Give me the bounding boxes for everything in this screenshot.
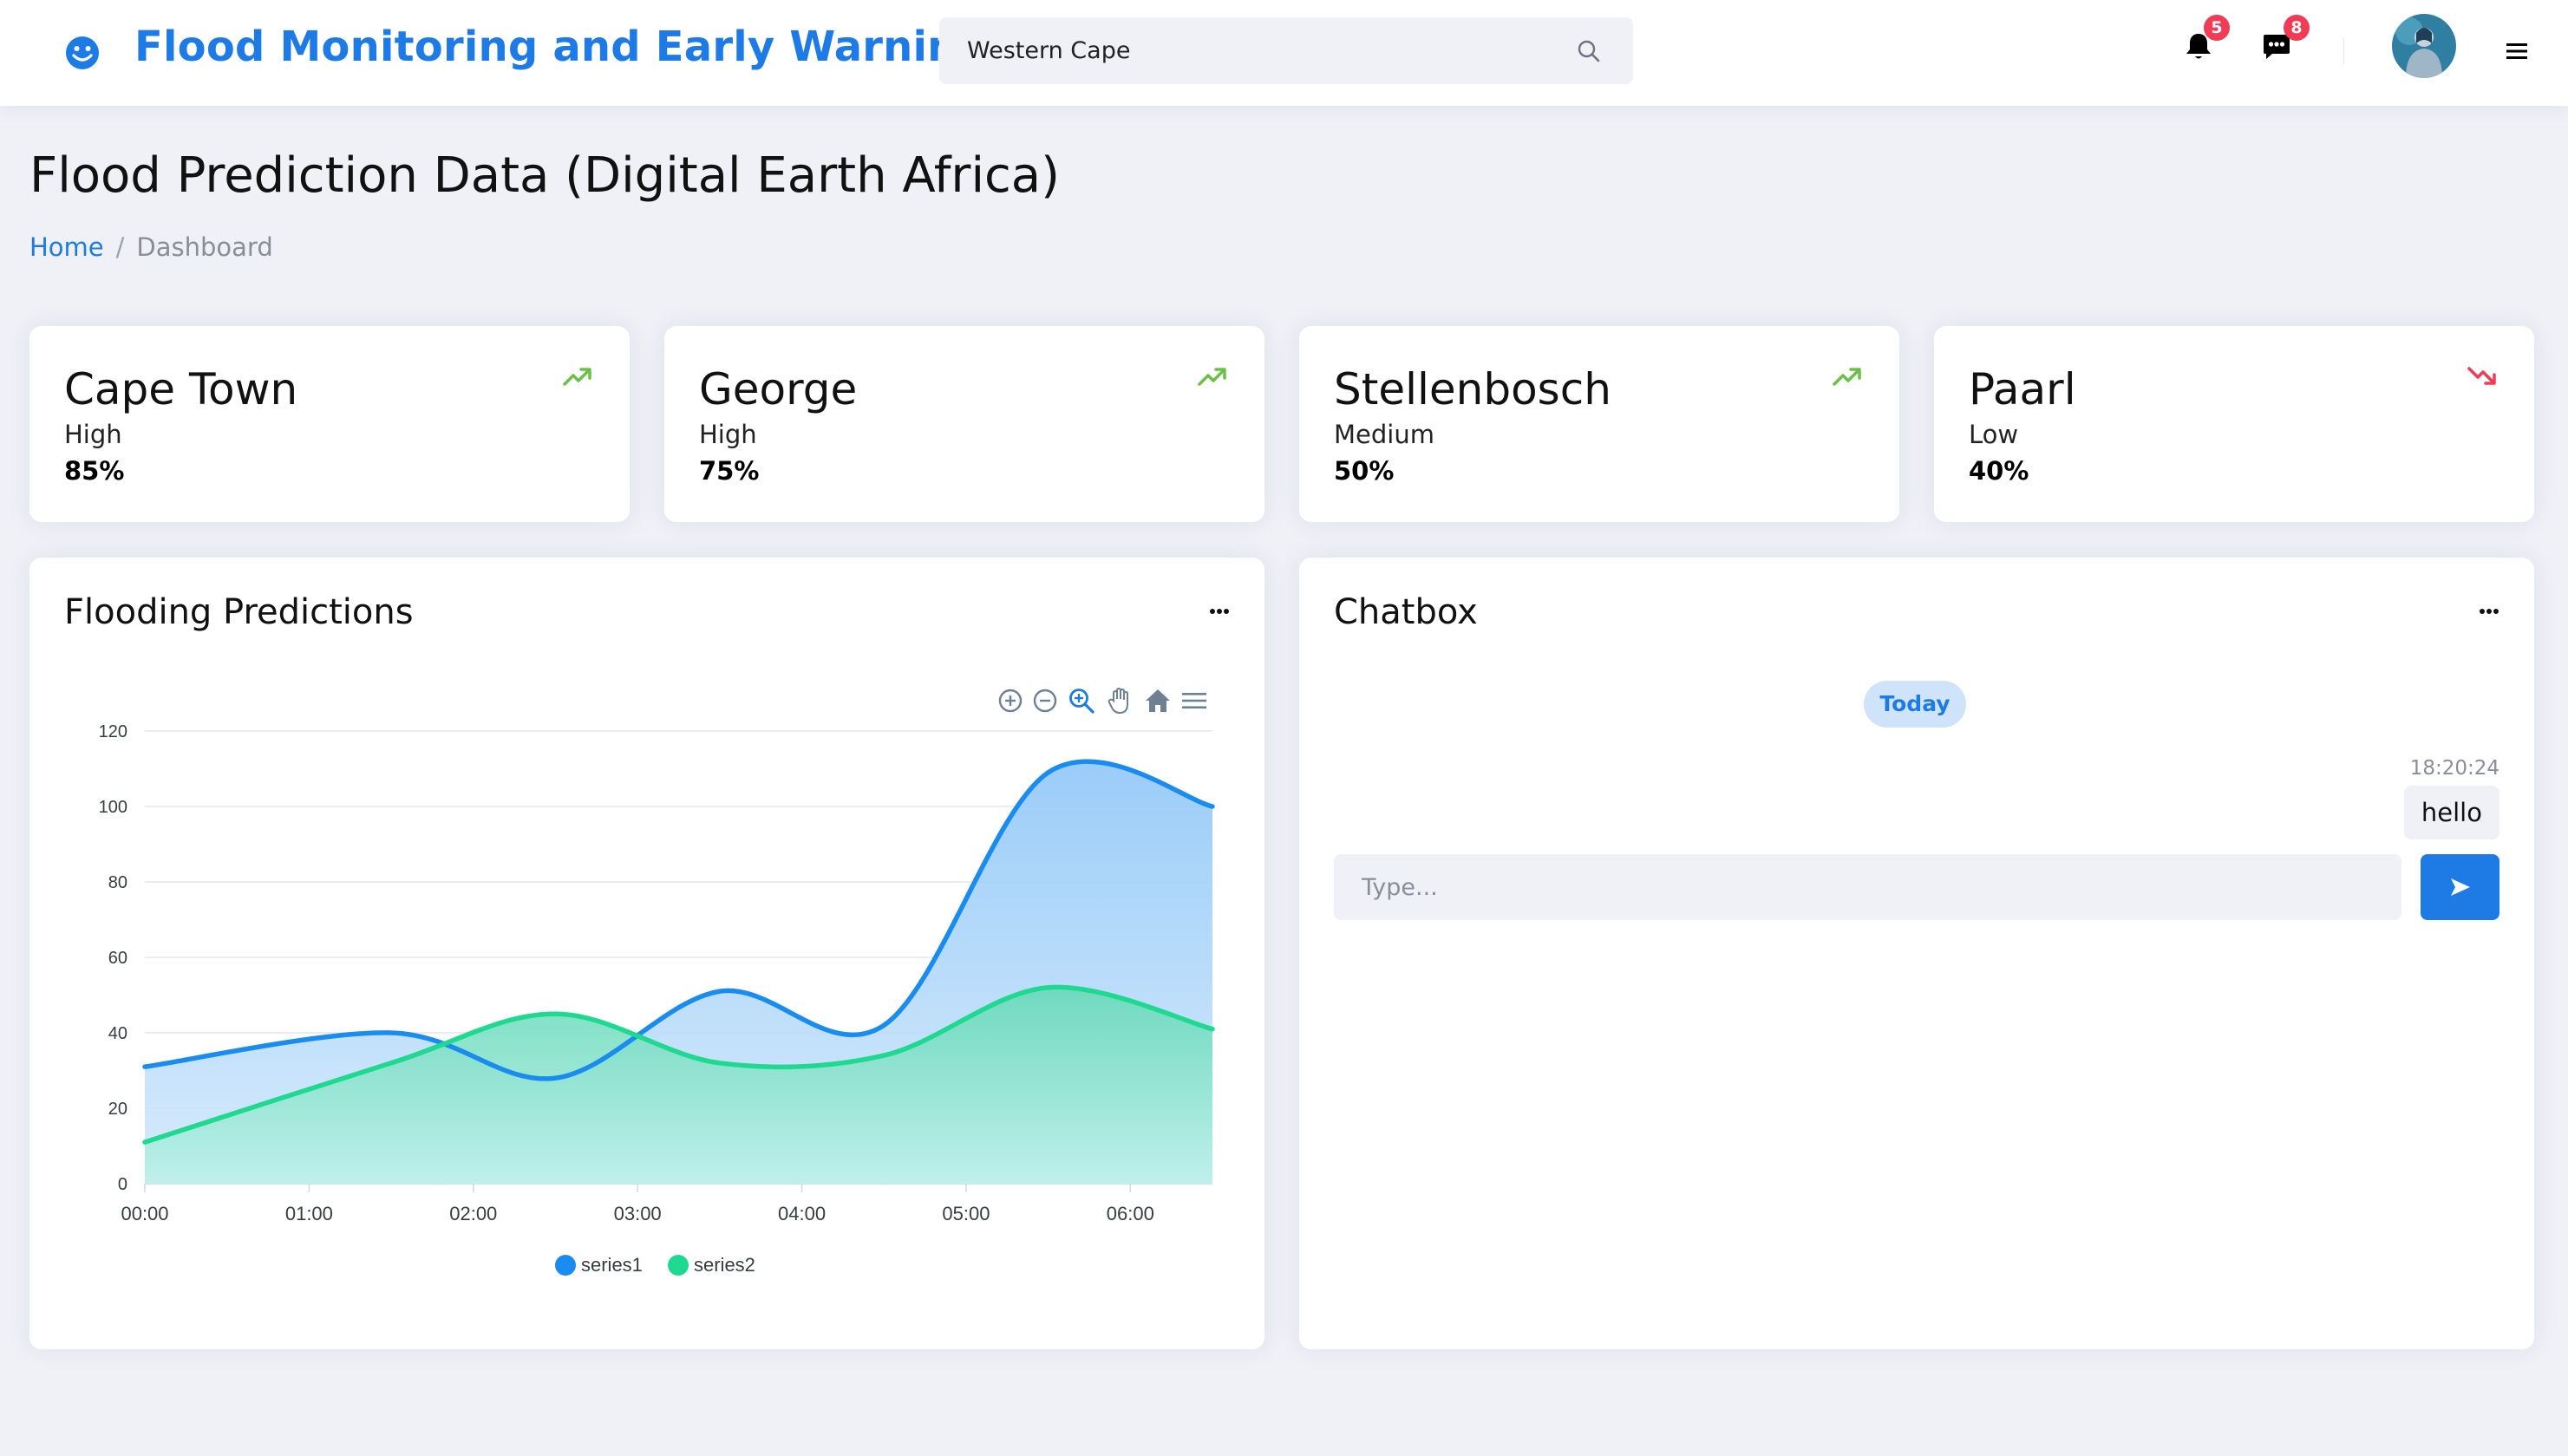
user-avatar[interactable] — [2392, 14, 2456, 78]
message-bubble: hello — [2403, 786, 2499, 839]
stat-percentage: 40% — [1969, 456, 2029, 486]
notifications-badge: 5 — [2204, 15, 2230, 41]
stat-risk-level: High — [64, 420, 122, 449]
breadcrumb-current: Dashboard — [136, 232, 273, 262]
stat-city-name: George — [699, 364, 858, 415]
x-tick-label: 05:00 — [942, 1203, 990, 1224]
card-title: Chatbox — [1334, 592, 1478, 632]
search-input[interactable] — [939, 17, 1581, 84]
send-button[interactable] — [2421, 854, 2499, 920]
smiley-logo-icon — [66, 36, 99, 69]
stat-card-george: George High 75% — [664, 326, 1264, 522]
y-tick-label: 120 — [99, 722, 127, 741]
more-options-icon[interactable] — [2477, 603, 2501, 620]
legend-label: series2 — [694, 1254, 755, 1276]
breadcrumb-separator: / — [115, 232, 125, 262]
x-tick-label: 03:00 — [614, 1203, 662, 1224]
stat-risk-level: Low — [1969, 420, 2019, 449]
y-tick-label: 100 — [99, 798, 127, 817]
hamburger-menu-icon[interactable] — [2504, 38, 2530, 64]
stat-card-paarl: Paarl Low 40% — [1934, 326, 2534, 522]
x-tick-label: 04:00 — [778, 1203, 826, 1224]
app-title[interactable]: Flood Monitoring and Early Warning — [134, 23, 987, 71]
y-tick-label: 0 — [118, 1175, 127, 1194]
y-tick-label: 20 — [108, 1100, 127, 1119]
legend-marker — [668, 1255, 689, 1276]
message-timestamp: 18:20:24 — [2409, 757, 2499, 780]
stat-risk-level: Medium — [1334, 420, 1434, 449]
legend-marker — [555, 1255, 576, 1276]
flooding-predictions-card: Flooding Predictions 0 20 40 60 80 100 120 00:0… — [29, 558, 1264, 1349]
trending-up-icon — [1833, 368, 1861, 386]
x-tick-label: 02:00 — [449, 1203, 497, 1224]
stat-city-name: Stellenbosch — [1334, 364, 1611, 415]
search-bar — [939, 17, 1633, 84]
stat-card-cape-town: Cape Town High 85% — [29, 326, 630, 522]
chatbox-card: Chatbox Today 18:20:24 hello — [1299, 558, 2534, 1349]
header-divider — [2343, 38, 2344, 64]
send-arrow-icon — [2451, 878, 2470, 896]
chat-message-input[interactable] — [1334, 854, 2401, 920]
x-tick-label: 06:00 — [1107, 1203, 1154, 1224]
stat-card-stellenbosch: Stellenbosch Medium 50% — [1299, 326, 1899, 522]
stat-percentage: 85% — [64, 456, 125, 486]
top-header: Flood Monitoring and Early Warning 5 8 — [0, 0, 2568, 106]
y-tick-label: 40 — [108, 1024, 127, 1043]
date-divider-badge: Today — [1864, 681, 1966, 728]
x-tick-label: 01:00 — [285, 1203, 333, 1224]
trending-up-icon — [563, 368, 591, 386]
stat-city-name: Paarl — [1969, 364, 2076, 415]
stat-risk-level: High — [699, 420, 757, 449]
page-title: Flood Prediction Data (Digital Earth Afr… — [29, 147, 1060, 204]
y-tick-label: 80 — [108, 873, 127, 892]
breadcrumb: Home / Dashboard — [29, 232, 273, 262]
trending-up-icon — [1198, 368, 1226, 386]
stat-percentage: 75% — [699, 456, 760, 486]
y-tick-label: 60 — [108, 949, 127, 968]
x-tick-label: 00:00 — [121, 1203, 168, 1224]
stat-percentage: 50% — [1334, 456, 1395, 486]
breadcrumb-home-link[interactable]: Home — [29, 232, 104, 262]
messages-badge: 8 — [2284, 15, 2310, 41]
flooding-area-chart: 0 20 40 60 80 100 120 00:00 01:00 02:00 03:00 04:00… — [99, 722, 1215, 1276]
stat-city-name: Cape Town — [64, 364, 298, 415]
legend-label: series1 — [581, 1254, 643, 1276]
trending-down-icon — [2467, 367, 2496, 385]
search-icon[interactable] — [1576, 38, 1602, 64]
